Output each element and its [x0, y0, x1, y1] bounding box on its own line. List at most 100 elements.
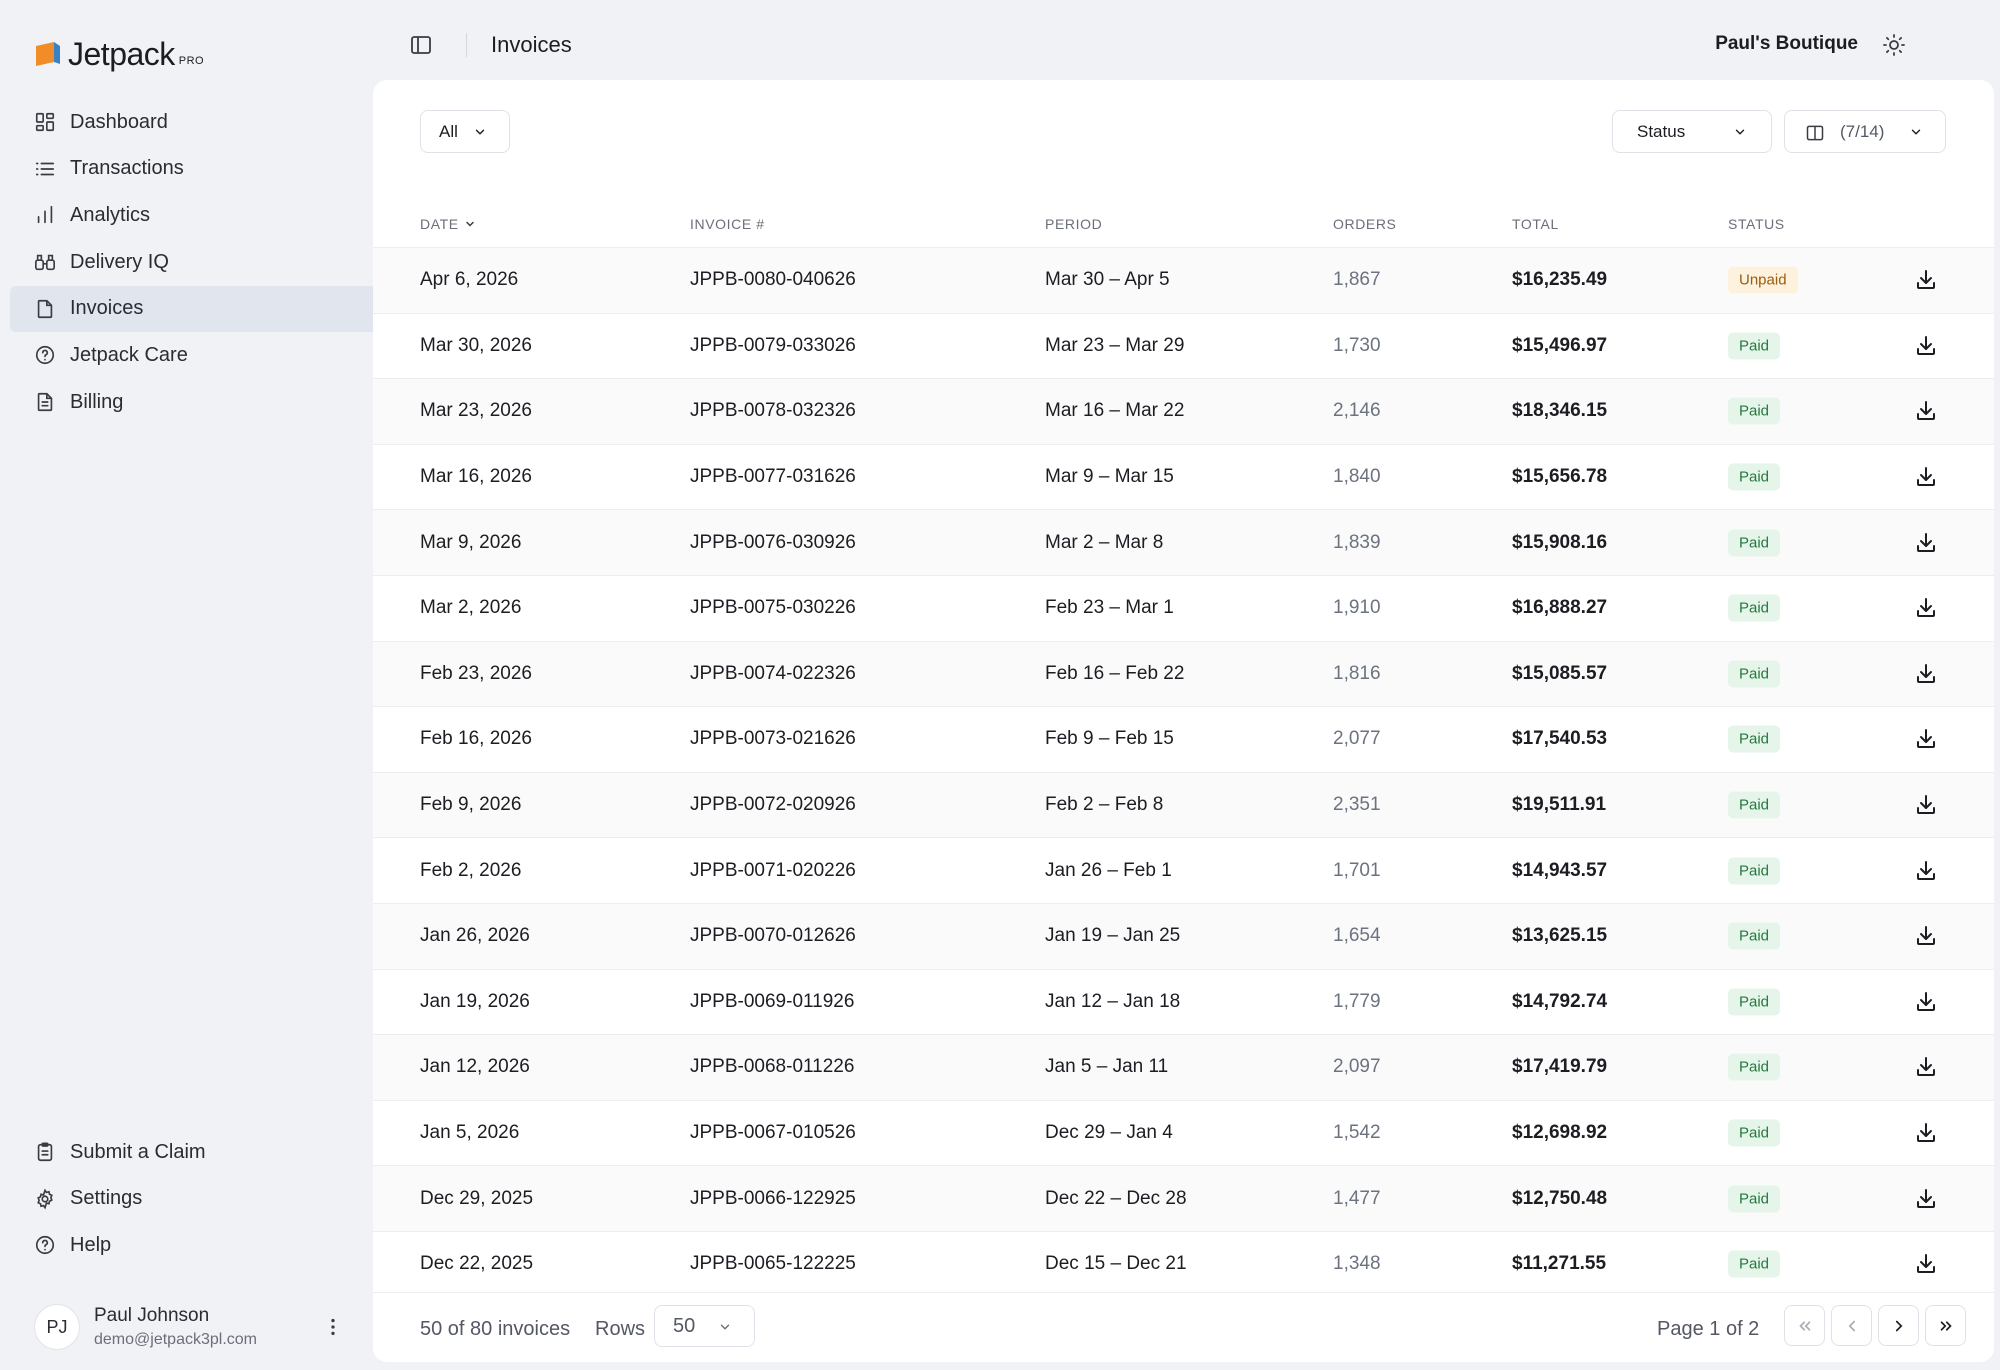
download-icon[interactable] [1914, 334, 1938, 358]
table-row[interactable]: Mar 9, 2026 JPPB-0076-030926 Mar 2 – Mar 8… [373, 510, 1994, 576]
invoice-number[interactable]: JPPB-0080-040626 [690, 269, 856, 291]
sidebar-item-label: Dashboard [70, 110, 168, 133]
table-row[interactable]: Mar 16, 2026 JPPB-0077-031626 Mar 9 – Mar … [373, 444, 1994, 511]
invoice-number[interactable]: JPPB-0077-031626 [690, 466, 856, 488]
column-header-label: PERIOD [1045, 216, 1103, 232]
table-row[interactable]: Feb 23, 2026 JPPB-0074-022326 Feb 16 – Feb… [373, 641, 1994, 708]
invoice-number[interactable]: JPPB-0073-021626 [690, 728, 856, 750]
invoice-number[interactable]: JPPB-0078-032326 [690, 400, 856, 422]
table-row[interactable]: Dec 29, 2025 JPPB-0066-122925 Dec 22 – Dec… [373, 1166, 1994, 1232]
invoice-orders: 1,910 [1333, 597, 1381, 619]
invoice-number[interactable]: JPPB-0079-033026 [690, 335, 856, 357]
invoice-number[interactable]: JPPB-0071-020226 [690, 860, 856, 882]
invoice-date: Feb 9, 2026 [420, 794, 522, 816]
sidebar-toggle-icon[interactable] [409, 33, 433, 57]
invoice-number[interactable]: JPPB-0068-011226 [690, 1056, 854, 1078]
download-icon[interactable] [1914, 465, 1938, 489]
sidebar-item-label: Transactions [70, 157, 184, 180]
column-header-total[interactable]: TOTAL [1512, 216, 1559, 232]
invoice-number[interactable]: JPPB-0074-022326 [690, 663, 856, 685]
sidebar-item-jetpack-care[interactable]: Jetpack Care [10, 332, 373, 378]
download-icon[interactable] [1914, 268, 1938, 292]
column-header-period[interactable]: PERIOD [1045, 216, 1102, 232]
table-row[interactable]: Jan 26, 2026 JPPB-0070-012626 Jan 19 – Jan… [373, 903, 1994, 970]
user-profile[interactable]: PJ Paul Johnson demo@jetpack3pl.com [34, 1302, 344, 1352]
download-icon[interactable] [1914, 1187, 1938, 1211]
invoice-number[interactable]: JPPB-0065-122225 [690, 1253, 856, 1275]
table-row[interactable]: Feb 16, 2026 JPPB-0073-021626 Feb 9 – Feb … [373, 707, 1994, 773]
sidebar-item-transactions[interactable]: Transactions [10, 146, 373, 192]
column-header-status[interactable]: STATUS [1728, 216, 1785, 232]
table-row[interactable]: Jan 12, 2026 JPPB-0068-011226 Jan 5 – Jan … [373, 1035, 1994, 1101]
sidebar-item-analytics[interactable]: Analytics [10, 192, 373, 238]
table-row[interactable]: Mar 30, 2026 JPPB-0079-033026 Mar 23 – Mar… [373, 313, 1994, 380]
sidebar-item-label: Submit a Claim [70, 1140, 206, 1163]
invoice-number[interactable]: JPPB-0076-030926 [690, 532, 856, 554]
sidebar-item-settings[interactable]: Settings [10, 1176, 373, 1222]
last-page-button[interactable] [1925, 1305, 1966, 1346]
download-icon[interactable] [1914, 1055, 1938, 1079]
column-header-orders[interactable]: ORDERS [1333, 216, 1397, 232]
table-row[interactable]: Dec 22, 2025 JPPB-0065-122225 Dec 15 – Dec… [373, 1231, 1994, 1298]
columns-toggle-dropdown[interactable]: (7/14) [1784, 110, 1946, 153]
store-name[interactable]: Paul's Boutique [1715, 33, 1858, 55]
status-filter-dropdown[interactable]: Status [1612, 110, 1772, 153]
invoice-period: Mar 9 – Mar 15 [1045, 466, 1174, 488]
invoice-number[interactable]: JPPB-0072-020926 [690, 794, 856, 816]
chevron-right-icon [1895, 1320, 1902, 1331]
download-icon[interactable] [1914, 531, 1938, 555]
invoice-number[interactable]: JPPB-0075-030226 [690, 597, 856, 619]
invoice-number[interactable]: JPPB-0069-011926 [690, 991, 854, 1013]
sidebar-item-submit-claim[interactable]: Submit a Claim [10, 1129, 373, 1175]
sidebar-item-billing[interactable]: Billing [10, 379, 373, 425]
table-row[interactable]: Apr 6, 2026 JPPB-0080-040626 Mar 30 – Apr … [373, 248, 1994, 314]
table-row[interactable]: Jan 19, 2026 JPPB-0069-011926 Jan 12 – Jan… [373, 969, 1994, 1036]
column-header-invoice[interactable]: INVOICE # [690, 216, 765, 232]
download-icon[interactable] [1914, 1252, 1938, 1276]
status-badge: Paid [1728, 463, 1781, 491]
jetpack-logo[interactable]: Jetpack PRO [32, 26, 204, 70]
table-row[interactable]: Jan 5, 2026 JPPB-0067-010526 Dec 29 – Jan … [373, 1100, 1994, 1167]
download-icon[interactable] [1914, 1121, 1938, 1145]
table-row[interactable]: Feb 9, 2026 JPPB-0072-020926 Feb 2 – Feb 8… [373, 772, 1994, 839]
top-bar: Invoices Paul's Boutique [373, 0, 2000, 80]
rows-per-page-select[interactable]: 50 [654, 1305, 755, 1347]
sidebar-item-delivery-iq[interactable]: Delivery IQ [10, 239, 373, 285]
scope-filter-dropdown[interactable]: All [420, 110, 510, 153]
sidebar-item-invoices[interactable]: Invoices [10, 285, 373, 332]
sidebar-item-help[interactable]: Help [10, 1222, 373, 1268]
first-page-button[interactable] [1784, 1305, 1825, 1346]
invoice-period: Dec 15 – Dec 21 [1045, 1253, 1187, 1275]
download-icon[interactable] [1914, 399, 1938, 423]
download-icon[interactable] [1914, 662, 1938, 686]
column-header-date[interactable]: DATE [420, 216, 476, 232]
invoice-total: $15,656.78 [1512, 466, 1608, 488]
download-icon[interactable] [1914, 596, 1938, 620]
table-row[interactable]: Mar 2, 2026 JPPB-0075-030226 Feb 23 – Mar … [373, 575, 1994, 642]
invoice-number[interactable]: JPPB-0066-122925 [690, 1188, 856, 1210]
chevron-down-icon [1733, 125, 1747, 139]
sidebar-item-dashboard[interactable]: Dashboard [10, 99, 373, 145]
download-icon[interactable] [1914, 793, 1938, 817]
status-badge: Paid [1728, 791, 1781, 819]
invoice-orders: 1,730 [1333, 334, 1381, 356]
status-badge: Paid [1728, 594, 1781, 622]
more-vertical-icon[interactable] [322, 1316, 344, 1338]
list-icon [34, 158, 56, 180]
download-icon[interactable] [1914, 859, 1938, 883]
sun-icon[interactable] [1882, 33, 1906, 57]
previous-page-button[interactable] [1831, 1305, 1872, 1346]
table-row[interactable]: Feb 2, 2026 JPPB-0071-020226 Jan 26 – Feb … [373, 838, 1994, 904]
table-row[interactable]: Mar 23, 2026 JPPB-0078-032326 Mar 16 – Mar… [373, 379, 1994, 445]
chevron-down-icon [1909, 125, 1923, 139]
status-badge-cell: Paid [1728, 791, 1781, 819]
status-badge-cell: Paid [1728, 1250, 1781, 1278]
download-icon[interactable] [1914, 924, 1938, 948]
download-icon[interactable] [1914, 990, 1938, 1014]
invoice-number[interactable]: JPPB-0070-012626 [690, 925, 856, 947]
invoice-number[interactable]: JPPB-0067-010526 [690, 1122, 856, 1144]
page-indicator: Page 1 of 2 [1657, 1318, 1760, 1340]
download-icon[interactable] [1914, 727, 1938, 751]
gear-icon [34, 1188, 56, 1210]
next-page-button[interactable] [1878, 1305, 1919, 1346]
